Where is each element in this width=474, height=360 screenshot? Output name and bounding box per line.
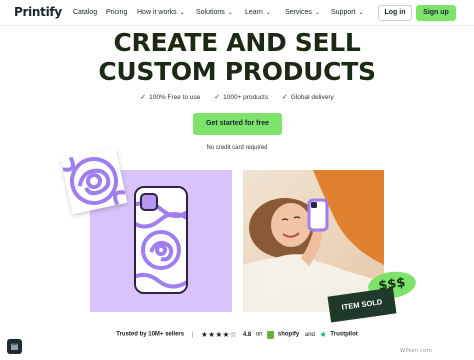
trustpilot-star-icon: ★ — [319, 330, 327, 339]
signup-button[interactable]: Sign up — [416, 5, 456, 21]
check-icon: ✓ — [214, 94, 221, 101]
trustpilot-logo[interactable]: Trustpilot — [330, 332, 357, 338]
check-icon: ✓ — [281, 94, 288, 101]
nav-solutions-label: Solutions — [196, 9, 225, 16]
nav-pricing-label: Pricing — [106, 9, 128, 16]
chevron-down-icon: ⌄ — [227, 10, 233, 16]
swirl-sticker-image — [60, 147, 128, 215]
nav-learn[interactable]: Learn ⌄ — [245, 9, 271, 16]
chevron-down-icon: ⌄ — [358, 10, 364, 16]
feature-label: Global delivery — [290, 94, 334, 101]
nav-catalog[interactable]: Catalog — [73, 9, 97, 16]
feature-label: 100% Free to use — [149, 94, 201, 101]
shopify-bag-icon — [267, 330, 275, 339]
nav-support-label: Support — [331, 9, 356, 16]
chat-icon: ▤ — [10, 342, 19, 351]
nav-support[interactable]: Support ⌄ — [331, 9, 364, 16]
rating-value: 4.8 — [242, 331, 252, 338]
shopify-logo[interactable]: shopify — [278, 332, 299, 338]
feature-item: ✓ Global delivery — [282, 93, 334, 101]
login-button[interactable]: Log in — [378, 5, 412, 21]
hero-headline-line1: CREATE AND SELL — [113, 28, 361, 57]
hero-headline-line2: CUSTOM PRODUCTS — [98, 57, 376, 86]
watermark: WPism.com — [400, 348, 432, 354]
rating-on-text: on — [255, 331, 263, 338]
nav-catalog-label: Catalog — [73, 9, 98, 16]
no-credit-card-note: No credit card required — [206, 145, 268, 151]
camera-cutout — [140, 193, 158, 211]
nav-how-it-works-label: How it works — [137, 9, 177, 16]
chevron-down-icon: ⌄ — [314, 10, 320, 16]
nav-learn-label: Learn — [245, 9, 263, 16]
nav-services[interactable]: Services ⌄ — [285, 9, 320, 16]
sellers-count: Trusted by 10M+ sellers — [116, 331, 185, 338]
nav-solutions[interactable]: Solutions ⌄ — [196, 9, 233, 16]
and-text: and — [304, 331, 315, 338]
printify-logo[interactable]: Printify — [14, 5, 62, 19]
phone-case-product — [134, 186, 188, 294]
check-icon: ✓ — [140, 94, 147, 101]
feature-item: ✓ 100% Free to use — [140, 93, 200, 101]
rating-stars-icon: ★★★★☆ — [201, 330, 238, 339]
feature-label: 1000+ products — [223, 94, 269, 101]
nav-how-it-works[interactable]: How it works ⌄ — [137, 9, 185, 16]
nav-pricing[interactable]: Pricing — [106, 9, 127, 16]
trust-bar: Trusted by 10M+ sellers | ★★★★☆ 4.8 on s… — [0, 330, 474, 339]
top-navigation: Printify Catalog Pricing How it works ⌄ S… — [0, 0, 474, 26]
get-started-button[interactable]: Get started for free — [193, 113, 282, 135]
feature-list: ✓ 100% Free to use ✓ 1000+ products ✓ Globa… — [0, 93, 474, 101]
chat-button[interactable]: ▤ — [7, 339, 22, 354]
chevron-down-icon: ⌄ — [265, 10, 271, 16]
nav-services-label: Services — [285, 9, 312, 16]
separator: | — [191, 331, 194, 338]
swirl-pattern-icon — [60, 147, 128, 215]
feature-item: ✓ 1000+ products — [214, 93, 268, 101]
nav-divider — [0, 25, 474, 26]
chevron-down-icon: ⌄ — [179, 10, 185, 16]
